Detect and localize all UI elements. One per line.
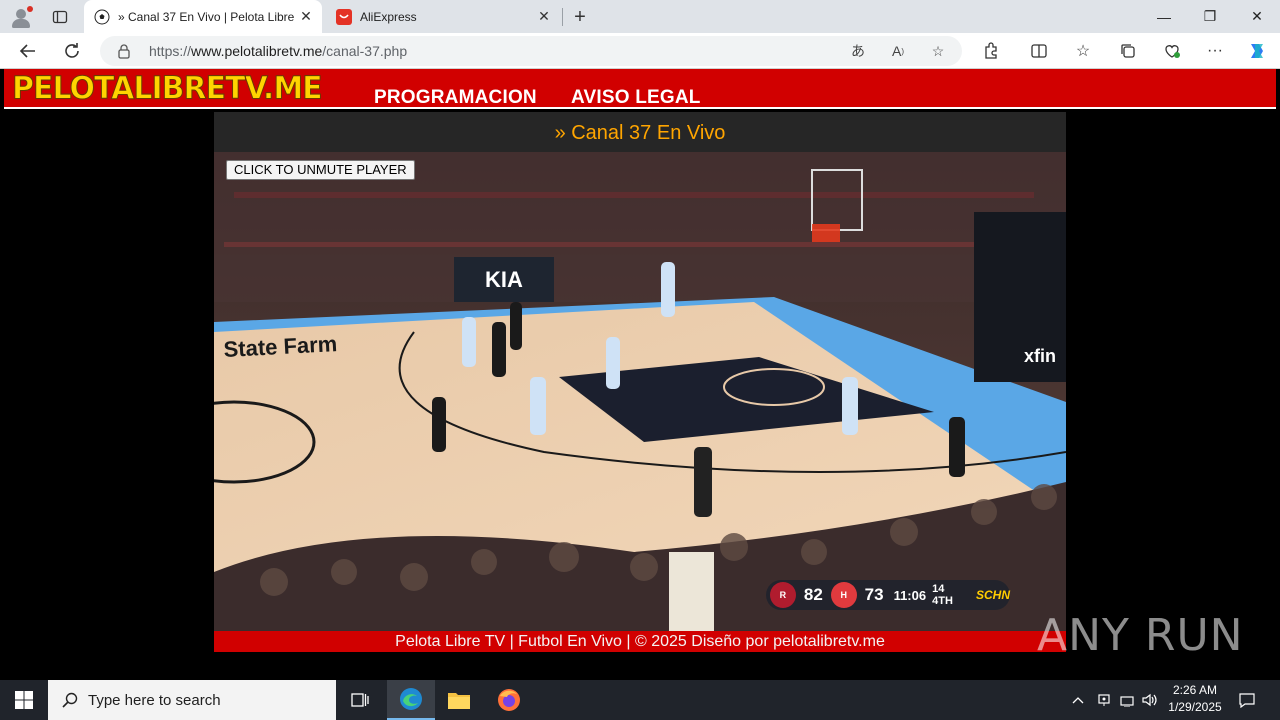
- notifications-icon[interactable]: [1234, 680, 1260, 720]
- restore-button[interactable]: ❐: [1187, 0, 1233, 33]
- firefox-icon[interactable]: [485, 680, 533, 720]
- player-frame: » Canal 37 En Vivo KIA State Farm xfin C…: [214, 112, 1066, 652]
- search-placeholder: Type here to search: [88, 691, 221, 709]
- copilot-icon[interactable]: [1243, 37, 1271, 65]
- profile-avatar[interactable]: [8, 4, 34, 30]
- volume-icon[interactable]: [1140, 680, 1160, 720]
- tab-canal-37[interactable]: » Canal 37 En Vivo | Pelota Libre T ✕: [84, 0, 322, 33]
- tab-title: » Canal 37 En Vivo | Pelota Libre T: [118, 9, 296, 24]
- more-menu-icon[interactable]: ···: [1201, 37, 1229, 65]
- translate-icon[interactable]: あ: [846, 40, 870, 62]
- windows-taskbar: Type here to search 2:26 AM 1/29/2025: [0, 680, 1280, 720]
- network-logo: SCHN: [975, 588, 1010, 602]
- game-clock: 11:06: [893, 587, 927, 603]
- clock-date: 1/29/2025: [1168, 700, 1222, 714]
- site-header: PELOTALIBRETV.ME PROGRAMACION AVISO LEGA…: [4, 69, 1276, 109]
- browser-tab-bar: » Canal 37 En Vivo | Pelota Libre T ✕ Al…: [0, 0, 1280, 33]
- watermark-text: ANY RUN: [1037, 610, 1244, 661]
- anyrun-watermark: ANY RUN: [1037, 610, 1244, 661]
- back-icon[interactable]: [14, 37, 42, 65]
- site-footer: Pelota Libre TV | Futbol En Vivo | © 202…: [214, 631, 1066, 652]
- aliexpress-icon: [336, 8, 352, 25]
- favorite-star-icon[interactable]: ☆: [926, 40, 950, 62]
- tab-actions-icon[interactable]: [50, 7, 70, 27]
- split-screen-icon[interactable]: [1025, 37, 1053, 65]
- close-tab-icon[interactable]: ✕: [296, 7, 316, 27]
- nav-aviso-legal[interactable]: AVISO LEGAL: [571, 87, 701, 109]
- search-icon: [62, 692, 78, 708]
- away-score: 73: [864, 585, 884, 604]
- task-view-icon[interactable]: [336, 680, 384, 720]
- channel-title: » Canal 37 En Vivo: [214, 112, 1066, 152]
- home-score: 82: [803, 585, 823, 604]
- tab-divider: [562, 8, 563, 26]
- file-explorer-icon[interactable]: [435, 680, 483, 720]
- minimize-button[interactable]: —: [1141, 0, 1187, 33]
- wifi-icon[interactable]: [1117, 680, 1137, 720]
- favorites-icon[interactable]: ☆: [1069, 37, 1097, 65]
- close-window-button[interactable]: ✕: [1234, 0, 1280, 33]
- tab-aliexpress[interactable]: AliExpress ✕: [326, 0, 560, 33]
- refresh-icon[interactable]: [58, 37, 86, 65]
- site-logo[interactable]: PELOTALIBRETV.ME: [12, 70, 324, 108]
- video-player[interactable]: KIA State Farm xfin CLICK TO UNMUTE PLAY…: [214, 152, 1066, 631]
- collections-icon[interactable]: [1114, 37, 1142, 65]
- close-tab-icon[interactable]: ✕: [534, 7, 554, 27]
- nav-programacion[interactable]: PROGRAMACION: [374, 87, 537, 109]
- browser-toolbar: https://www.pelotalibretv.me/canal-37.ph…: [0, 33, 1280, 69]
- edge-icon[interactable]: [387, 680, 435, 720]
- url-text[interactable]: https://www.pelotalibretv.me/canal-37.ph…: [149, 43, 407, 59]
- clock-time: 2:26 AM: [1172, 683, 1218, 697]
- web-page: PELOTALIBRETV.ME PROGRAMACION AVISO LEGA…: [4, 69, 1276, 676]
- soccer-ball-icon: [94, 9, 110, 25]
- unmute-button[interactable]: CLICK TO UNMUTE PLAYER: [226, 160, 415, 180]
- lock-icon[interactable]: [116, 43, 132, 59]
- svg-text:xfin: xfin: [1024, 346, 1056, 366]
- hawks-logo-icon: H: [830, 582, 857, 608]
- taskbar-search[interactable]: Type here to search: [48, 680, 336, 720]
- windows-start-icon[interactable]: [0, 680, 48, 720]
- svg-text:KIA: KIA: [485, 267, 523, 292]
- read-aloud-icon[interactable]: A): [886, 40, 910, 62]
- tab-title: AliExpress: [360, 9, 417, 24]
- scoreboard: R 82 H 73 11:06 14 4TH SCHN: [766, 580, 1010, 610]
- chevron-up-icon[interactable]: [1068, 680, 1088, 720]
- browser-essentials-icon[interactable]: [1158, 37, 1186, 65]
- system-clock[interactable]: 2:26 AM 1/29/2025: [1160, 682, 1230, 718]
- new-tab-button[interactable]: +: [568, 5, 592, 29]
- rockets-logo-icon: R: [770, 582, 796, 608]
- basketball-game-frame: KIA State Farm xfin: [214, 152, 1066, 631]
- address-bar[interactable]: https://www.pelotalibretv.me/canal-37.ph…: [100, 36, 962, 66]
- extensions-icon[interactable]: [977, 37, 1005, 65]
- network-device-icon[interactable]: [1094, 680, 1114, 720]
- game-period: 14 4TH: [932, 583, 953, 607]
